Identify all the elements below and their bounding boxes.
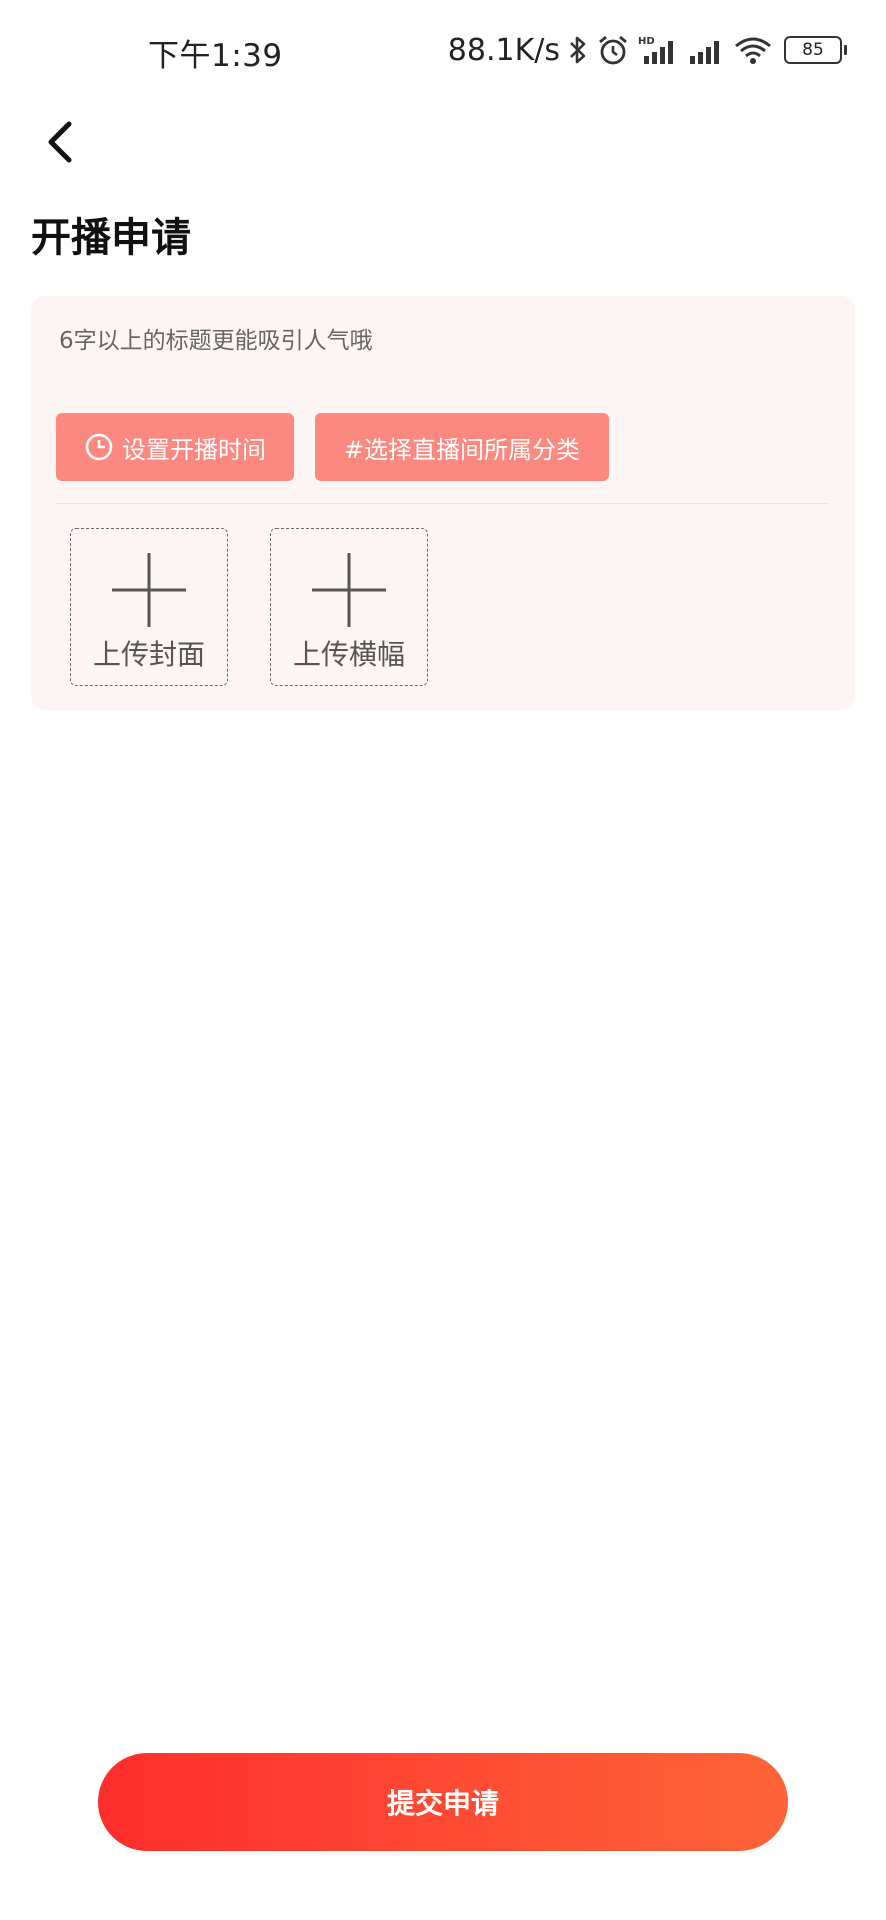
upload-cover-button[interactable]: 上传封面 [70,528,228,686]
battery-icon: 85 [784,36,847,64]
page-title: 开播申请 [31,215,191,261]
wifi-icon [734,34,772,66]
plus-icon [112,553,186,627]
upload-banner-label: 上传横幅 [292,638,405,671]
set-live-time-button[interactable]: 设置开播时间 [56,413,294,481]
title-input[interactable] [57,320,831,362]
select-category-label: #选择直播间所属分类 [343,435,581,464]
plus-icon [312,553,386,627]
upload-cover-label: 上传封面 [92,638,205,671]
alarm-icon [596,34,630,66]
select-category-button[interactable]: #选择直播间所属分类 [315,413,609,481]
hd-signal-icon: HD [638,34,680,66]
back-button[interactable] [34,112,86,172]
upload-banner-button[interactable]: 上传横幅 [270,528,428,686]
signal-icon [688,34,726,66]
status-icons: 88.1K/s HD 85 [447,30,847,70]
status-time: 下午1:39 [148,38,283,74]
chevron-left-icon [48,121,72,163]
network-speed: 88.1K/s [447,32,560,68]
bluetooth-icon [568,34,588,66]
svg-text:HD: HD [638,36,655,47]
live-application-form: 设置开播时间 #选择直播间所属分类 上传封面 上传横幅 [31,296,855,710]
divider [56,503,828,504]
set-live-time-label: 设置开播时间 [122,435,266,464]
submit-application-button[interactable]: 提交申请 [98,1753,788,1851]
status-bar: 下午1:39 88.1K/s HD 85 [0,0,886,100]
clock-icon [85,433,113,461]
